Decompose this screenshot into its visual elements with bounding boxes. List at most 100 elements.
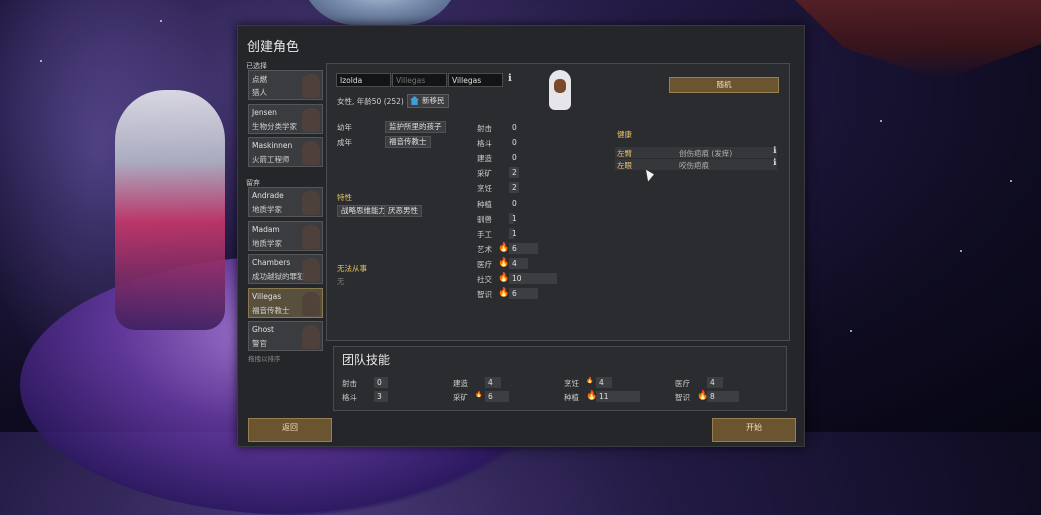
team-skill-value: 11 (596, 391, 640, 402)
team-skill-value: 0 (374, 377, 388, 388)
skill-label: 种植 (477, 199, 492, 209)
pawn-card[interactable]: Jensen 生物分类学家 (248, 103, 323, 134)
skill-value: 1 (512, 228, 517, 238)
pawn-job: 成功越狱的罪犯 (252, 272, 305, 281)
team-skill-label: 射击 (342, 379, 357, 388)
dialog-title: 创建角色 (247, 40, 300, 55)
team-skill-value: 4 (707, 377, 723, 388)
passion-flame-icon: 🔥 (475, 391, 483, 398)
team-skills-title: 团队技能 (342, 353, 391, 367)
background-robot (115, 90, 225, 330)
star (960, 250, 962, 252)
skill-label: 医疗 (477, 259, 492, 269)
skill-value: 0 (512, 198, 517, 208)
team-skill-value: 4 (485, 377, 501, 388)
team-skill-value: 6 (485, 391, 509, 402)
backstory-childhood-label: 幼年 (337, 123, 352, 132)
skill-value: 4 (512, 258, 517, 268)
skill-value: 2 (512, 183, 517, 193)
skill-label: 智识 (477, 290, 492, 300)
pawn-thumbnail (302, 224, 320, 249)
trait-tag[interactable]: 战略思维能力 (337, 205, 390, 217)
faction-icon (410, 96, 419, 105)
pawn-name: Jensen (252, 107, 277, 117)
pawn-thumbnail (302, 291, 320, 316)
pawn-card[interactable]: Andrade 地质学家 (248, 187, 323, 217)
pawn-thumbnail (302, 74, 320, 98)
passion-flame-icon: 🔥 (498, 288, 510, 299)
pawn-thumbnail (302, 107, 320, 132)
pawn-card[interactable]: Ghost 警官 (248, 321, 323, 351)
pawn-thumbnail (302, 325, 320, 349)
pawn-name: 点燃 (252, 75, 267, 84)
skill-label: 格斗 (477, 139, 492, 149)
team-skill-label: 烹饪 (564, 379, 579, 388)
last-name-field[interactable] (448, 73, 503, 87)
team-skill-label: 采矿 (453, 393, 468, 402)
background-spaceship (795, 0, 1041, 80)
pawn-job: 火箭工程师 (252, 155, 290, 164)
passion-flame-icon: 🔥 (498, 242, 510, 253)
skill-value: 6 (512, 289, 517, 299)
team-skill-value: 3 (374, 391, 388, 402)
nickname-field[interactable] (392, 73, 447, 87)
randomize-button[interactable]: 随机 (669, 77, 779, 93)
health-body-part: 左眼 (617, 161, 632, 170)
info-icon[interactable]: ℹ (773, 158, 776, 168)
create-character-dialog: 创建角色 已选择 点燃 猎人 Jensen 生物分类学家 Maskinnen 火箭工程师 … (237, 25, 805, 447)
skill-label: 建造 (477, 154, 492, 164)
passion-flame-icon: 🔥 (586, 377, 594, 384)
info-icon[interactable]: ℹ (773, 146, 776, 156)
pawn-card[interactable]: Maskinnen 火箭工程师 (248, 137, 323, 167)
first-name-field[interactable] (336, 73, 391, 87)
pawn-thumbnail (302, 191, 320, 215)
pawn-card[interactable]: Madam 地质学家 (248, 220, 323, 251)
skill-label: 驯兽 (477, 214, 492, 224)
health-condition: 咬伤疤痕 (679, 161, 709, 170)
skill-label: 手工 (477, 229, 492, 239)
trait-tag[interactable]: 厌恶男性 (384, 205, 422, 217)
gender-age: 女性, 年龄50 (252) (337, 97, 404, 106)
skill-value: 6 (512, 243, 517, 253)
pawn-job: 猎人 (252, 88, 267, 97)
skill-value: 2 (512, 168, 517, 178)
pawn-name: Madam (252, 224, 280, 234)
team-skill-label: 智识 (675, 393, 690, 402)
pawn-name: Andrade (252, 191, 284, 200)
back-button[interactable]: 返回 (248, 418, 332, 442)
star (880, 120, 882, 122)
skill-label: 采矿 (477, 169, 492, 179)
pawn-name: Villegas (252, 291, 282, 301)
health-body-part: 左臂 (617, 149, 632, 158)
pawn-card[interactable]: Chambers 成功越狱的罪犯 (248, 254, 323, 284)
backstory-adulthood-label: 成年 (337, 138, 352, 147)
traits-title: 特性 (337, 193, 352, 202)
health-condition: 创伤疤痕 (发痒) (679, 149, 733, 158)
star (1010, 180, 1012, 182)
background-moon (300, 0, 460, 25)
pawn-job: 地质学家 (252, 205, 282, 214)
team-skill-label: 医疗 (675, 379, 690, 388)
skill-label: 艺术 (477, 244, 492, 254)
incapable-value: 无 (337, 277, 345, 286)
info-icon[interactable]: ℹ (508, 73, 512, 84)
backstory-childhood[interactable]: 监护所里的孩子 (385, 121, 446, 133)
start-button[interactable]: 开始 (712, 418, 796, 442)
pawn-portrait (545, 70, 575, 112)
team-skill-value: 8 (707, 391, 739, 402)
pawn-job: 福音传教士 (252, 305, 290, 315)
pawn-job: 生物分类学家 (252, 121, 297, 131)
pawn-card[interactable]: 点燃 猎人 (248, 70, 323, 100)
incapable-title: 无法从事 (337, 264, 367, 273)
faction-button[interactable]: 新移民 (407, 94, 449, 108)
pawn-job: 地质学家 (252, 238, 282, 248)
backstory-adulthood[interactable]: 福音传教士 (385, 136, 431, 148)
skill-value: 1 (512, 213, 517, 223)
sidebar-footer-note: 拖拽以排序 (248, 355, 281, 363)
pawn-thumbnail (302, 141, 320, 165)
pawn-name: Ghost (252, 325, 275, 334)
passion-flame-icon: 🔥 (498, 257, 510, 268)
pawn-name: Chambers (252, 258, 291, 267)
passion-flame-icon: 🔥 (498, 273, 510, 283)
pawn-card[interactable]: Villegas 福音传教士 (248, 287, 323, 318)
